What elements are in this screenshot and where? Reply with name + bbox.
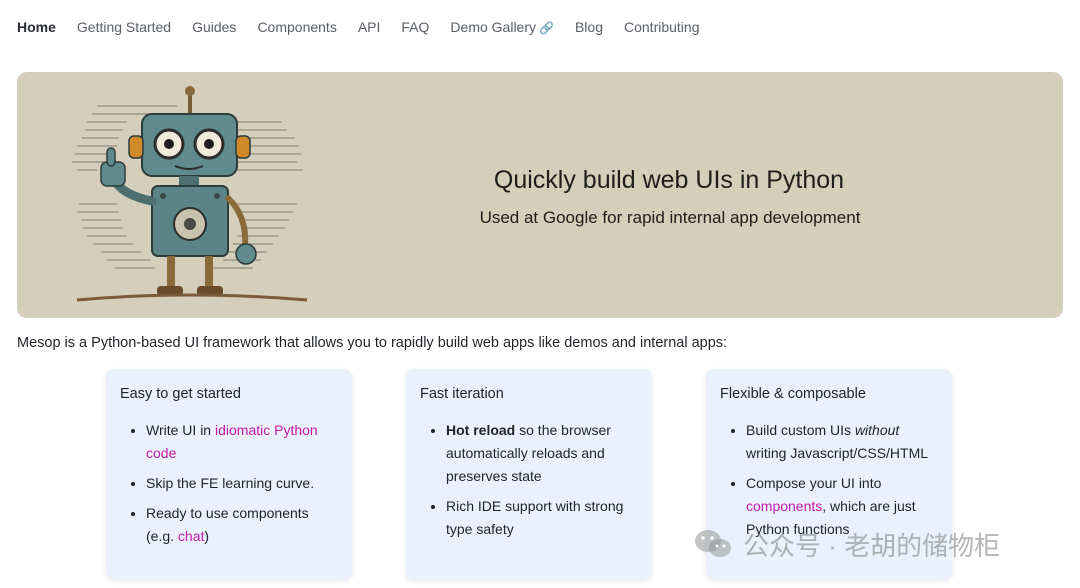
card-title: Fast iteration [420, 386, 504, 402]
watermark: 公众号 · 老胡的储物柜 [693, 526, 1000, 562]
watermark-text: 公众号 · 老胡的储物柜 [743, 530, 1001, 561]
wechat-icon [695, 530, 731, 557]
intro-text: Mesop is a Python-based UI framework tha… [17, 335, 728, 351]
nav-faq[interactable]: FAQ [401, 19, 429, 35]
hero-title: Quickly build web UIs in Python [493, 166, 845, 194]
link-icon: 🔗 [539, 21, 554, 35]
list-item: Build custom UIs without writing Javascr… [746, 419, 940, 465]
robot-illustration [72, 86, 308, 302]
top-nav: Home Getting Started Guides Components A… [17, 17, 721, 37]
nav-contributing[interactable]: Contributing [624, 19, 700, 35]
nav-getting-started[interactable]: Getting Started [77, 19, 171, 35]
card-title: Easy to get started [120, 386, 241, 402]
list-item: Ready to use components (e.g. chat) [146, 502, 340, 548]
nav-blog[interactable]: Blog [575, 19, 603, 35]
nav-home[interactable]: Home [17, 19, 56, 35]
list-item: Rich IDE support with strong type safety [446, 495, 640, 541]
list-item: Hot reload so the browser automatically … [446, 419, 640, 488]
list-item: Skip the FE learning curve. [146, 472, 340, 495]
without-emphasis: without [854, 422, 900, 438]
feature-card-easy: Easy to get started Write UI in idiomati… [106, 369, 352, 579]
card-list: Write UI in idiomatic Python code Skip t… [120, 419, 340, 555]
nav-api[interactable]: API [358, 19, 381, 35]
chat-link[interactable]: chat [178, 528, 204, 544]
hero-subtitle: Used at Google for rapid internal app de… [479, 208, 861, 227]
nav-guides[interactable]: Guides [192, 19, 236, 35]
nav-demo-gallery[interactable]: Demo Gallery 🔗 [450, 19, 554, 35]
nav-components[interactable]: Components [257, 19, 336, 35]
feature-card-fast: Fast iteration Hot reload so the browser… [406, 369, 652, 579]
hero-banner: Quickly build web UIs in Python Used at … [17, 72, 1063, 318]
nav-demo-gallery-label: Demo Gallery [450, 19, 537, 35]
card-title: Flexible & composable [720, 386, 866, 402]
list-item: Write UI in idiomatic Python code [146, 419, 340, 465]
card-list: Hot reload so the browser automatically … [420, 419, 640, 548]
hot-reload-emphasis: Hot reload [446, 422, 516, 438]
components-link[interactable]: components [746, 498, 822, 514]
